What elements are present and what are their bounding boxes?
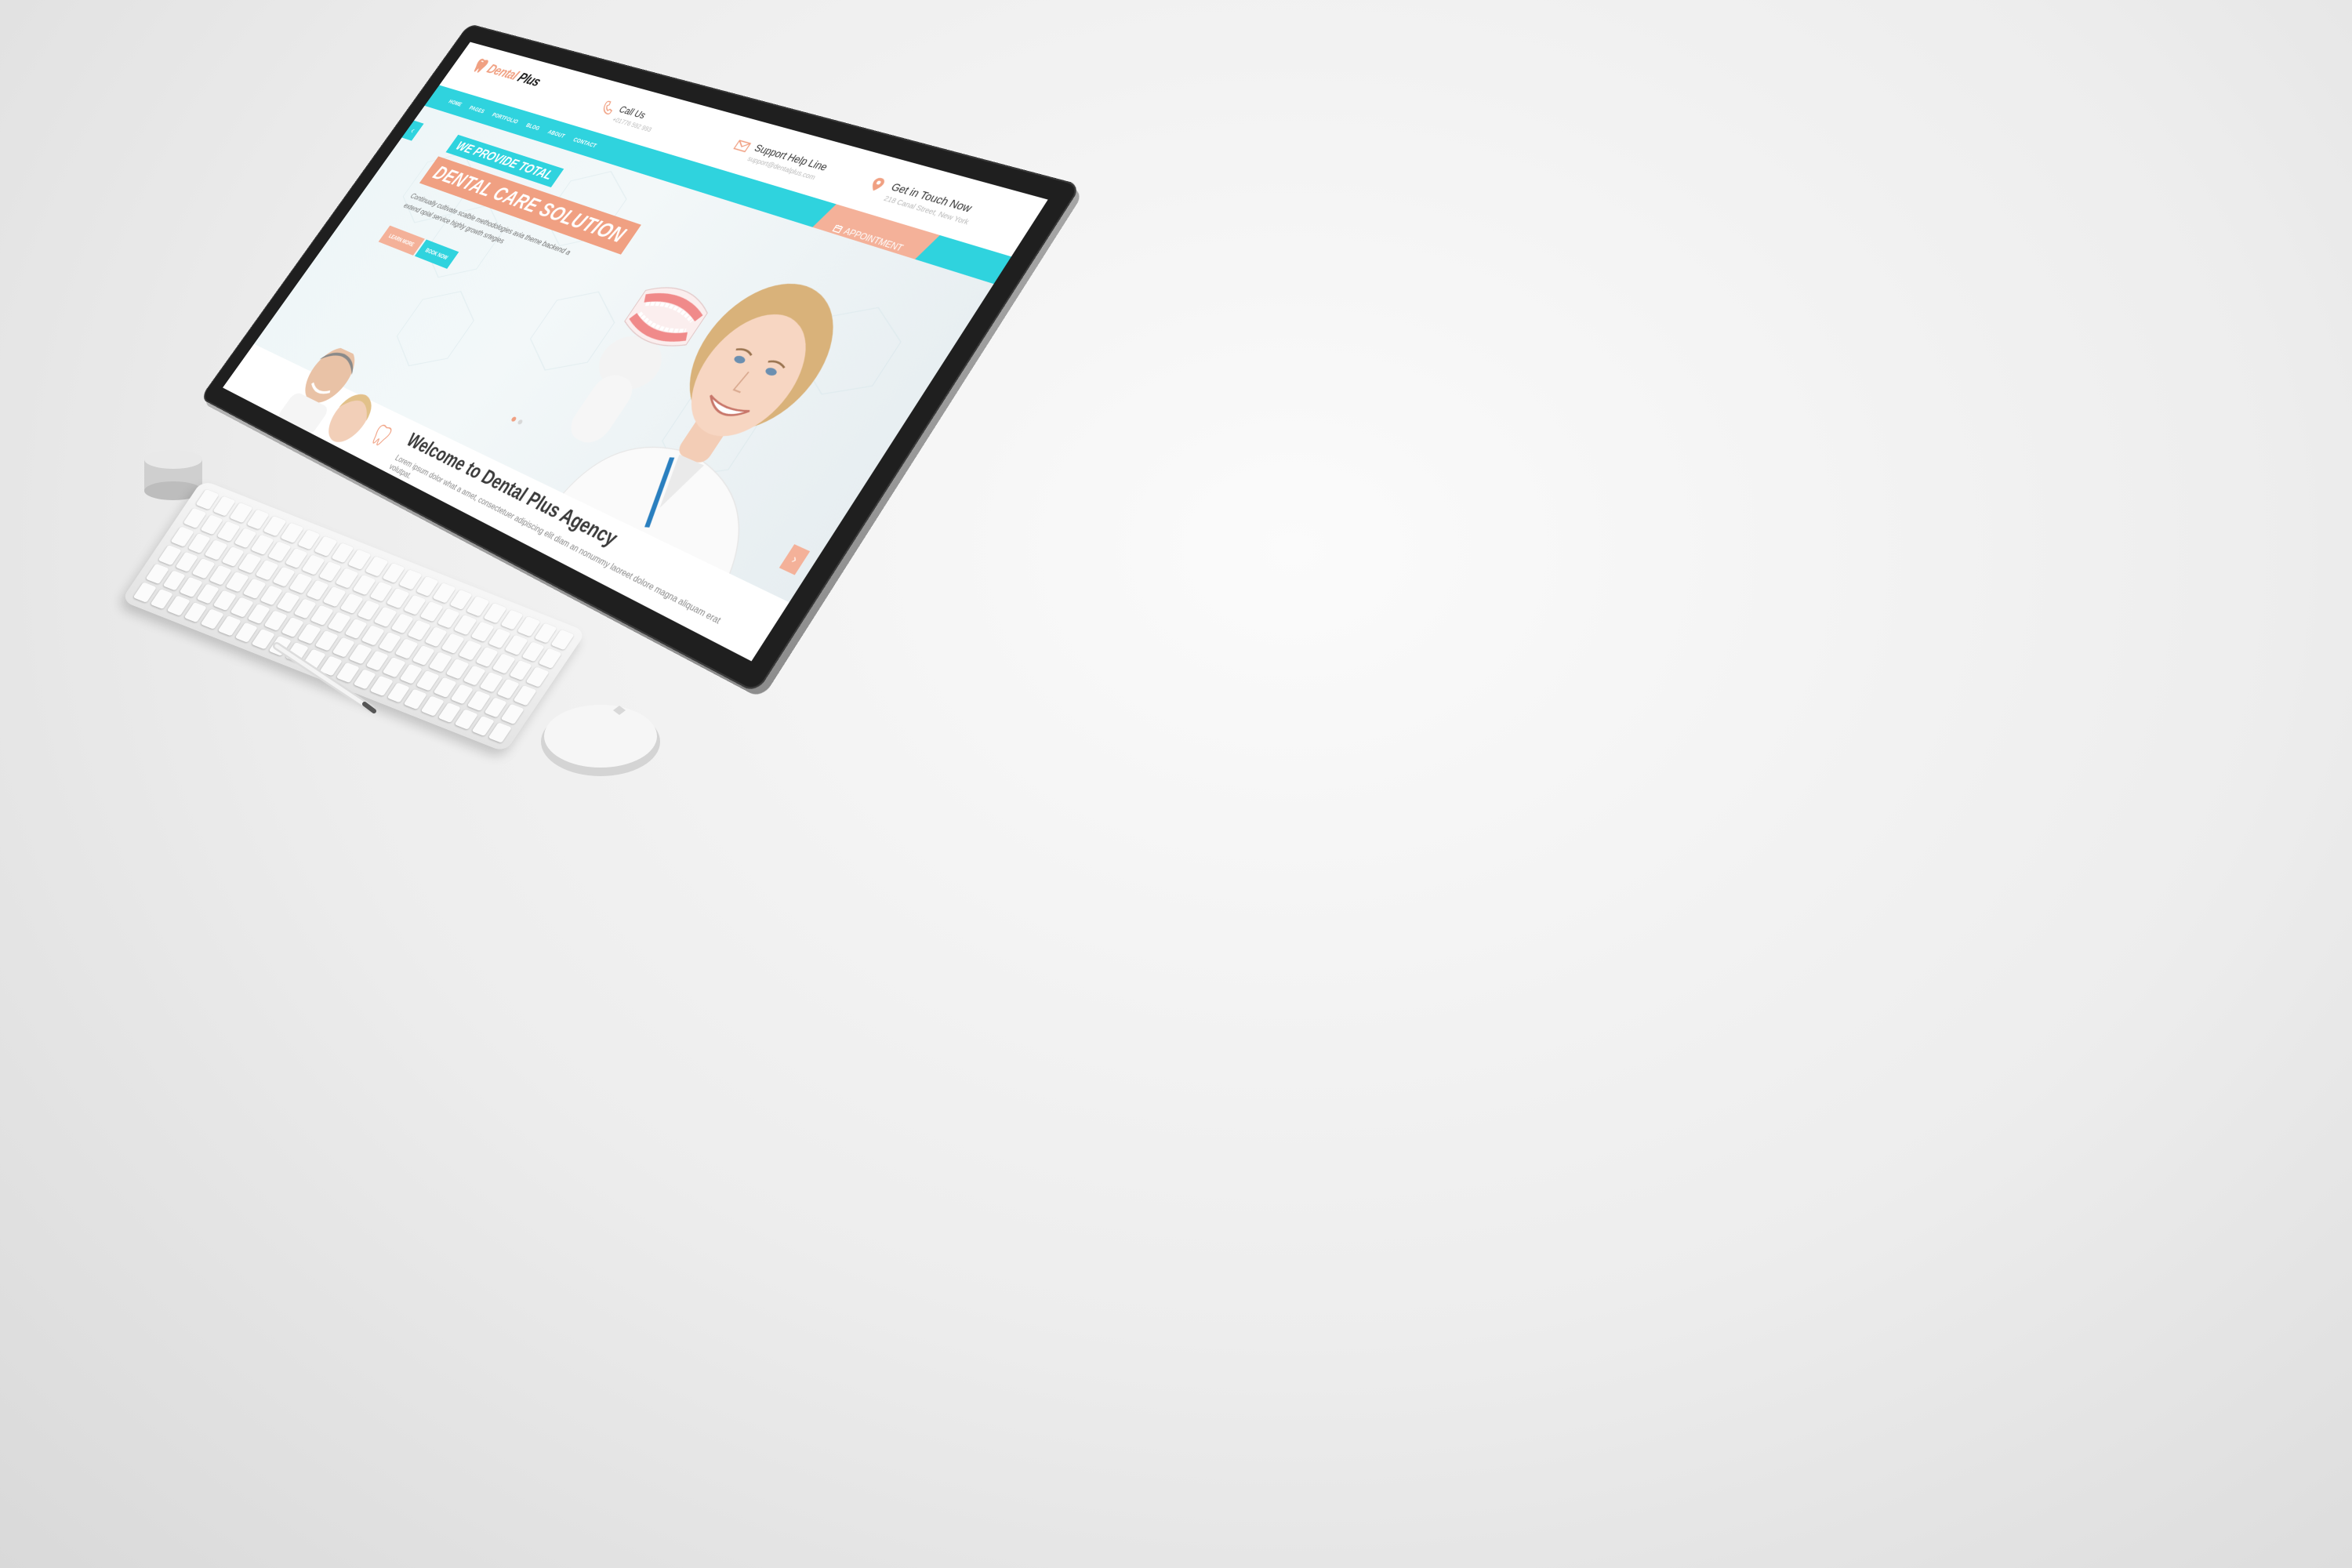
call-us-info[interactable]: Call Us +01776 592 993 — [594, 99, 662, 133]
map-pin-icon — [865, 175, 890, 194]
logo[interactable]: DentalPlus — [470, 57, 544, 89]
keyboard-key — [551, 630, 575, 650]
calendar-icon — [832, 224, 844, 234]
nav-item-about[interactable]: ABOUT — [546, 129, 567, 140]
nav-item-portfolio[interactable]: PORTFOLIO — [491, 111, 520, 125]
keyboard-key — [501, 704, 524, 724]
keyboard-key — [526, 666, 550, 687]
nav-item-blog[interactable]: BLOG — [524, 122, 541, 131]
brand-name-part1: Dental — [485, 61, 522, 82]
mouse — [538, 693, 663, 779]
nav-item-contact[interactable]: CONTACT — [572, 136, 599, 148]
nav-item-home[interactable]: HOME — [448, 98, 464, 107]
stylus-pen — [270, 641, 380, 716]
nav-item-pages[interactable]: PAGES — [468, 104, 486, 114]
keyboard-key — [539, 648, 562, 669]
keyboard-key — [514, 685, 537, 706]
envelope-icon — [731, 136, 753, 154]
keyboard-key — [488, 722, 512, 742]
mockup-scene: DentalPlus Call Us +01776 592 993 Suppor… — [0, 0, 2352, 1568]
